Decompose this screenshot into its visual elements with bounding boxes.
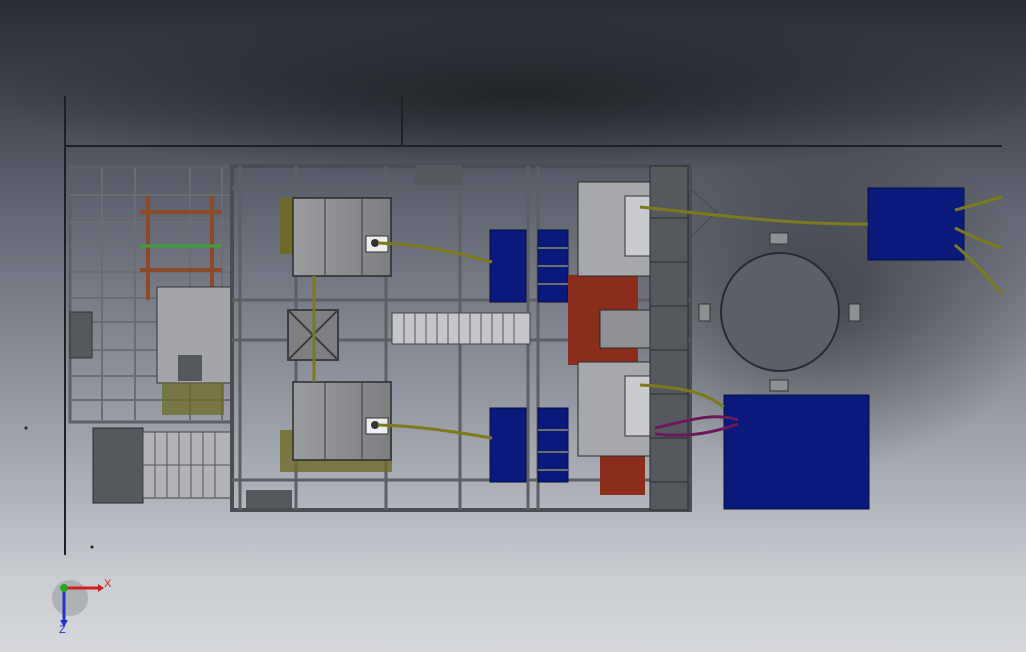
navy-unit-top-right[interactable] [867, 187, 965, 261]
marker-dot [24, 426, 28, 430]
roller-conveyor[interactable] [391, 312, 531, 345]
bottom-left-feeder[interactable] [92, 427, 232, 504]
coordinate-triad: X Z [52, 578, 112, 636]
navy-unit-bottom-right[interactable] [723, 394, 870, 510]
left-subframe[interactable] [68, 165, 234, 424]
control-cabinet-top[interactable] [280, 197, 392, 277]
model-canvas[interactable]: X Z [0, 0, 1026, 652]
z-axis-label: Z [59, 624, 66, 636]
cad-viewport[interactable]: X Z [0, 0, 1026, 652]
x-axis-label: X [104, 578, 112, 590]
marker-dot [90, 545, 94, 549]
control-cabinet-bottom[interactable] [280, 381, 392, 472]
